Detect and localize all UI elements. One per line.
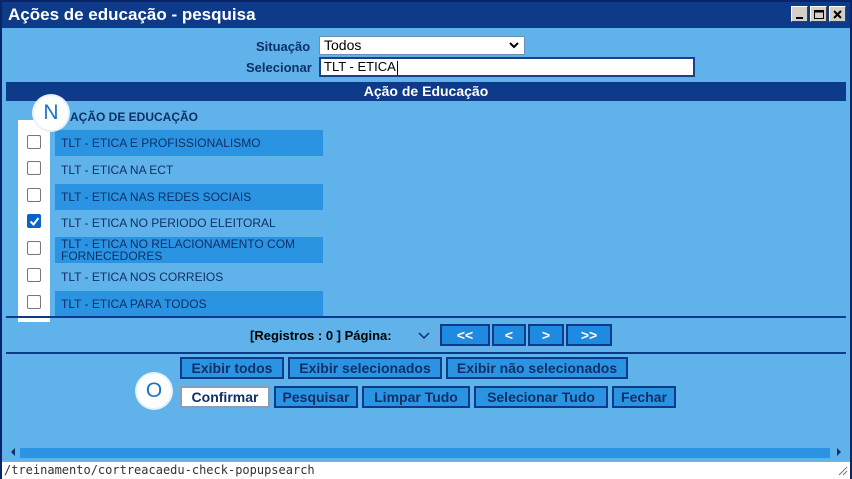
list-item[interactable]: TLT - ETICA NOS CORREIOS — [55, 264, 323, 290]
annotation-badge-n: N — [34, 96, 68, 130]
chevron-down-icon — [418, 332, 430, 340]
show-selected-button[interactable]: Exibir selecionados — [288, 357, 442, 379]
status-url: /treinamento/cortreacaedu-check-popupsea… — [4, 463, 315, 477]
window-controls — [791, 6, 846, 22]
list-item[interactable]: TLT - ETICA E PROFISSIONALISMO — [55, 130, 323, 156]
situacao-value: Todos — [324, 37, 362, 53]
close-icon[interactable] — [829, 6, 846, 22]
selecionar-value: TLT - ETICA — [324, 59, 396, 74]
section-header: Ação de Educação — [6, 82, 846, 101]
results-list: AÇÃO DE EDUCAÇÃO TLT - ETICA E PROFISSIO… — [6, 96, 846, 322]
status-bar: /treinamento/cortreacaedu-check-popupsea… — [2, 461, 850, 479]
filter-panel: Situação Todos Selecionar TLT - ETICA — [6, 32, 846, 80]
popup-window: Ações de educação - pesquisa Situação To… — [0, 0, 852, 479]
scroll-right-icon[interactable] — [835, 447, 843, 457]
first-page-button[interactable]: << — [440, 324, 490, 346]
row-checkbox[interactable] — [27, 188, 41, 202]
divider — [6, 352, 846, 354]
page-select[interactable] — [411, 325, 437, 345]
show-unselected-button[interactable]: Exibir não selecionados — [446, 357, 628, 379]
list-item[interactable]: TLT - ETICA NO RELACIONAMENTO COM FORNEC… — [55, 237, 323, 263]
maximize-icon[interactable] — [810, 6, 827, 22]
search-button[interactable]: Pesquisar — [274, 386, 358, 408]
selecionar-input[interactable]: TLT - ETICA — [319, 57, 695, 77]
list-item-label: TLT - ETICA PARA TODOS — [61, 297, 207, 311]
scrollbar-track[interactable] — [20, 448, 830, 458]
list-item[interactable]: TLT - ETICA NAS REDES SOCIAIS — [55, 184, 323, 210]
chevron-down-icon — [509, 42, 519, 49]
selecionar-label: Selecionar — [246, 60, 312, 75]
column-header: AÇÃO DE EDUCAÇÃO — [70, 110, 199, 124]
list-item-label: TLT - ETICA NA ECT — [61, 163, 174, 177]
row-checkbox[interactable] — [27, 241, 41, 255]
pagination-bar: [Registros : 0 ] Página: << < > >> — [6, 320, 846, 352]
list-item[interactable]: TLT - ETICA PARA TODOS — [55, 291, 323, 317]
list-item[interactable]: TLT - ETICA NA ECT — [55, 157, 323, 183]
list-item-label: TLT - ETICA NOS CORREIOS — [61, 270, 224, 284]
window-title: Ações de educação - pesquisa — [8, 5, 256, 24]
show-all-button[interactable]: Exibir todos — [180, 357, 284, 379]
situacao-select[interactable]: Todos — [319, 36, 525, 55]
title-bar[interactable]: Ações de educação - pesquisa — [2, 2, 850, 28]
row-checkbox[interactable] — [27, 161, 41, 175]
annotation-badge-o: O — [137, 374, 171, 408]
last-page-button[interactable]: >> — [566, 324, 612, 346]
list-item-label: TLT - ETICA NO PERIODO ELEITORAL — [61, 216, 276, 230]
resize-grip-icon[interactable] — [836, 464, 848, 476]
row-checkbox[interactable] — [27, 135, 41, 149]
divider — [6, 316, 846, 318]
row-checkbox[interactable] — [27, 268, 41, 282]
clear-all-button[interactable]: Limpar Tudo — [362, 386, 470, 408]
confirm-button[interactable]: Confirmar — [180, 386, 270, 408]
scroll-left-icon[interactable] — [9, 447, 17, 457]
list-item[interactable]: TLT - ETICA NO PERIODO ELEITORAL — [55, 210, 323, 236]
list-item-label: TLT - ETICA NO RELACIONAMENTO COM FORNEC… — [61, 237, 296, 263]
select-all-button[interactable]: Selecionar Tudo — [474, 386, 608, 408]
situacao-label: Situação — [256, 39, 311, 54]
row-checkbox[interactable] — [27, 295, 41, 309]
close-button[interactable]: Fechar — [612, 386, 676, 408]
row-checkbox-checked[interactable] — [27, 214, 41, 228]
prev-page-button[interactable]: < — [492, 324, 526, 346]
text-caret — [396, 60, 398, 75]
minimize-icon[interactable] — [791, 6, 808, 22]
records-info: [Registros : 0 ] Página: — [250, 328, 392, 343]
list-item-label: TLT - ETICA NAS REDES SOCIAIS — [61, 190, 252, 204]
checkmark-icon — [29, 217, 40, 227]
horizontal-scrollbar[interactable] — [6, 444, 846, 460]
next-page-button[interactable]: > — [528, 324, 564, 346]
list-item-label: TLT - ETICA E PROFISSIONALISMO — [61, 136, 261, 150]
